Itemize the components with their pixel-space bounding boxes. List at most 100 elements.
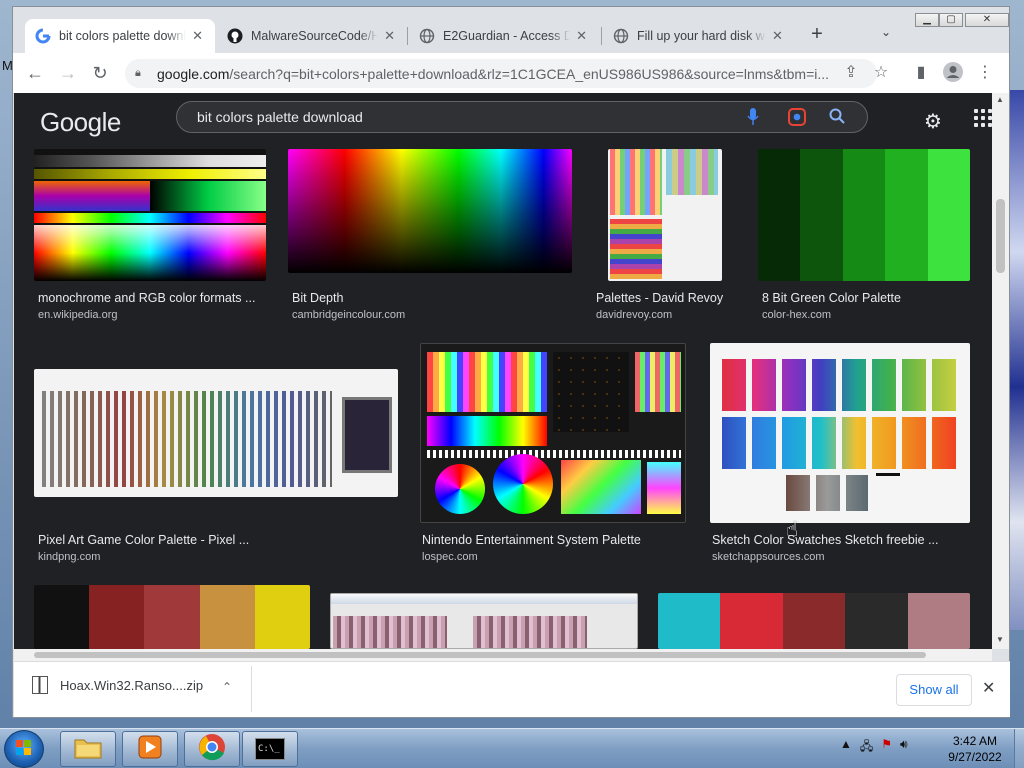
result-image-3[interactable] [608,149,722,281]
result-image-10[interactable] [658,593,970,649]
taskbar-media-player[interactable] [122,731,178,767]
action-center-flag-icon[interactable]: ⚑ [881,737,892,758]
vertical-scroll-thumb[interactable] [996,199,1005,273]
search-input[interactable] [197,109,717,125]
palette-swatch [254,585,310,649]
back-icon[interactable]: ← [23,61,47,85]
result-image-7[interactable] [710,343,970,523]
palette-swatch [720,593,783,649]
result-source[interactable]: cambridgeincolour.com [292,309,405,321]
horizontal-scroll-thumb[interactable] [34,652,926,658]
show-all-button[interactable]: Show all [896,674,972,706]
menu-kebab-icon[interactable]: ⋮ [973,61,997,85]
result-caption[interactable]: Nintendo Entertainment System Palette [422,533,641,547]
result-source[interactable]: color-hex.com [762,309,831,321]
download-item[interactable]: Hoax.Win32.Ranso....zip [32,676,203,694]
camera-lens-icon[interactable] [787,108,807,128]
new-tab-button[interactable]: + [805,23,829,46]
scroll-up-icon[interactable]: ▲ [996,95,1004,104]
search-box[interactable] [176,101,868,133]
chrome-icon [198,733,226,766]
lock-icon: 🔒︎ [135,67,141,79]
result-caption[interactable]: Bit Depth [292,291,343,305]
browser-toolbar: ← → ↻ 🔒︎ google.com/search?q=bit+colors+… [13,53,1009,93]
taskbar-explorer[interactable] [60,731,116,767]
result-caption[interactable]: Sketch Color Swatches Sketch freebie ... [712,533,939,547]
tab-title: Fill up your hard disk with [637,29,766,43]
forward-icon[interactable]: → [56,61,80,85]
windows-taskbar: C:\_ ▲ 🖧︎ ⚑ 🔊︎ 3:42 AM 9/27/2022 [0,728,1024,768]
tab-github[interactable]: MalwareSourceCode/Hoax ✕ [217,19,407,53]
folder-icon [74,735,102,764]
scroll-down-icon[interactable]: ▼ [996,635,1004,644]
result-image-5[interactable] [34,369,398,497]
result-source[interactable]: davidrevoy.com [596,309,672,321]
result-caption[interactable]: Palettes - David Revoy [596,291,723,305]
tab-close-icon[interactable]: ✕ [770,28,785,44]
close-icon[interactable]: ✕ [982,678,995,698]
side-panel-icon[interactable]: ▮ [909,61,933,85]
taskbar-chrome[interactable] [184,731,240,767]
bookmark-star-icon[interactable]: ☆ [869,61,893,85]
tab-strip: bit colors palette download ✕ MalwareSou… [13,7,1009,57]
volume-icon[interactable]: 🔊︎ [900,737,908,758]
result-image-4[interactable] [758,149,970,281]
media-player-icon [137,734,163,765]
gear-icon[interactable]: ⚙ [924,109,942,134]
share-icon[interactable]: ⇪ [839,61,863,85]
reload-icon[interactable]: ↻ [88,61,112,85]
tab-fill-disk[interactable]: Fill up your hard disk with ✕ [603,19,795,53]
google-logo[interactable]: Google [40,107,121,138]
mouse-hand-cursor-icon: ☝ [786,519,799,541]
horizontal-scrollbar[interactable] [14,649,992,661]
result-source[interactable]: sketchappsources.com [712,551,825,563]
tab-separator [407,27,408,45]
maximize-button[interactable]: ▢ [939,13,963,27]
result-caption[interactable]: 8 Bit Green Color Palette [762,291,901,305]
tab-close-icon[interactable]: ✕ [574,28,589,44]
result-image-8[interactable] [34,585,310,649]
result-caption[interactable]: monochrome and RGB color formats ... [38,291,255,305]
green-bar [758,149,801,281]
minimize-button[interactable]: ▁ [915,13,939,27]
google-header: Google ⚙ [14,93,992,149]
show-desktop-button[interactable] [1014,729,1024,768]
result-image-6[interactable] [420,343,686,523]
system-tray: ▲ 🖧︎ ⚑ 🔊︎ [840,737,908,758]
taskbar-cmd[interactable]: C:\_ [242,731,298,767]
github-icon [227,28,243,44]
download-separator [251,666,252,712]
tab-e2guardian[interactable]: E2Guardian - Access Denied ✕ [409,19,599,53]
palette-swatch [845,593,908,649]
microphone-icon[interactable] [743,108,763,128]
tab-google-search[interactable]: bit colors palette download ✕ [25,19,215,53]
result-image-1[interactable] [34,149,266,281]
browser-window: bit colors palette download ✕ MalwareSou… [12,6,1010,718]
palette-swatch [199,585,255,649]
green-bar [842,149,886,281]
tab-separator [601,27,602,45]
apps-grid-icon[interactable] [974,109,992,127]
clock-date: 9/27/2022 [948,750,1002,764]
result-image-9[interactable] [330,593,638,649]
chevron-up-icon[interactable]: ⌃ [222,680,232,694]
globe-icon [419,28,435,44]
address-bar[interactable]: 🔒︎ google.com/search?q=bit+colors+palett… [125,59,877,88]
start-button[interactable] [4,730,44,768]
taskbar-clock[interactable]: 3:42 AM 9/27/2022 [940,733,1010,765]
result-source[interactable]: lospec.com [422,551,478,563]
tab-close-icon[interactable]: ✕ [382,28,397,44]
search-icon[interactable] [827,108,847,128]
profile-icon[interactable] [941,61,965,85]
palette-swatch [907,593,970,649]
vertical-scrollbar[interactable]: ▲ ▼ [992,93,1009,649]
result-source[interactable]: kindpng.com [38,551,100,563]
tab-search-button[interactable]: ⌄ [881,25,891,39]
close-window-button[interactable]: ✕ [965,13,1009,27]
network-icon[interactable]: 🖧︎ [860,737,873,758]
tab-close-icon[interactable]: ✕ [190,28,205,44]
result-caption[interactable]: Pixel Art Game Color Palette - Pixel ... [38,533,249,547]
result-image-2[interactable] [288,149,572,273]
result-source[interactable]: en.wikipedia.org [38,309,118,321]
tray-expand-icon[interactable]: ▲ [840,737,852,758]
